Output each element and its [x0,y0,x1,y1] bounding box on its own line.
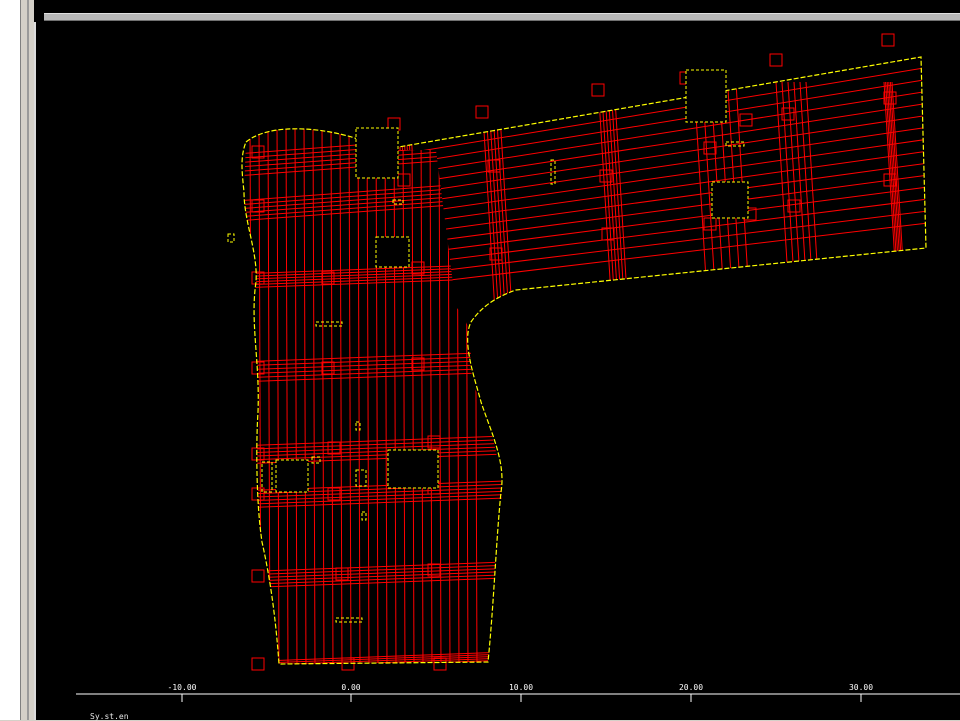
grid-line [456,128,460,665]
column-marker [591,83,605,97]
grid-line [258,128,262,665]
tick-label: -10.00 [168,683,197,692]
column-marker [475,105,489,119]
grid-line [793,81,809,313]
grid-line [276,128,280,665]
column-grid-vertical [249,128,478,665]
grid-line [381,173,926,251]
column-marker [251,199,265,213]
grid-line [244,196,502,218]
grid-line [775,81,791,313]
grid-horizontal-wing [381,57,926,291]
grid-line [381,137,926,221]
grid-line [411,128,415,665]
column-marker [327,441,341,455]
column-marker [703,217,717,231]
grid-line [799,81,815,313]
top-toolbar [34,0,960,22]
grid-line [375,128,379,665]
column-marker [769,53,783,67]
grid-line [244,274,502,286]
grid-line [465,128,469,665]
column-marker [251,569,265,583]
grid-line [312,128,316,665]
grid-line [487,81,503,313]
grid-line [402,81,418,313]
grid-line [381,57,926,141]
column-marker [251,271,265,285]
grid-line [805,81,821,313]
grid-line [244,192,502,214]
grid-line [366,128,370,665]
drawing-viewport[interactable]: -10.00 0.00 10.00 20.00 30.00 [34,22,960,720]
grid-line [244,180,502,202]
column-marker [397,173,411,187]
grid-line [330,128,334,665]
column-marker [251,361,265,375]
grid-line [285,128,289,665]
grid-line [447,128,451,665]
row-bands-vertical-wing [244,133,502,665]
grid-line [787,81,803,313]
tick-label: 30.00 [849,683,873,692]
column-marker [251,447,265,461]
column-marker [411,261,425,275]
grid-line [381,77,926,171]
grid-line [244,277,502,289]
grid-line [244,263,502,275]
window-left-frame [20,0,34,720]
grid-line [244,266,502,278]
tick-label: 10.00 [509,683,533,692]
grid-line [420,128,424,665]
grid-line [339,128,343,665]
left-margin [0,0,20,720]
grid-line [244,661,502,665]
grid-line [357,128,361,665]
grid-line [429,128,433,665]
grid-line [303,128,307,665]
grid-line [244,200,502,222]
grid-line [384,128,388,665]
toolbar-grip[interactable] [44,13,960,21]
column-marker [251,657,265,671]
floor-plan-drawing: -10.00 0.00 10.00 20.00 30.00 [76,33,960,702]
grid-line [321,128,325,665]
grid-line [244,271,502,283]
grid-line [381,161,926,241]
grid-line [407,81,423,313]
grid-line [381,113,926,201]
column-marker [881,33,895,47]
tick-label: 20.00 [679,683,703,692]
grid-line [381,149,926,231]
grid-line [267,128,271,665]
grid-line [438,128,442,665]
grid-line [381,57,926,151]
grid-line [483,81,499,313]
building-outline [241,56,927,665]
grid-line [381,197,926,271]
tick-label: 0.00 [341,683,360,692]
grid-line [381,209,926,281]
x-axis: -10.00 0.00 10.00 20.00 30.00 [76,683,960,702]
